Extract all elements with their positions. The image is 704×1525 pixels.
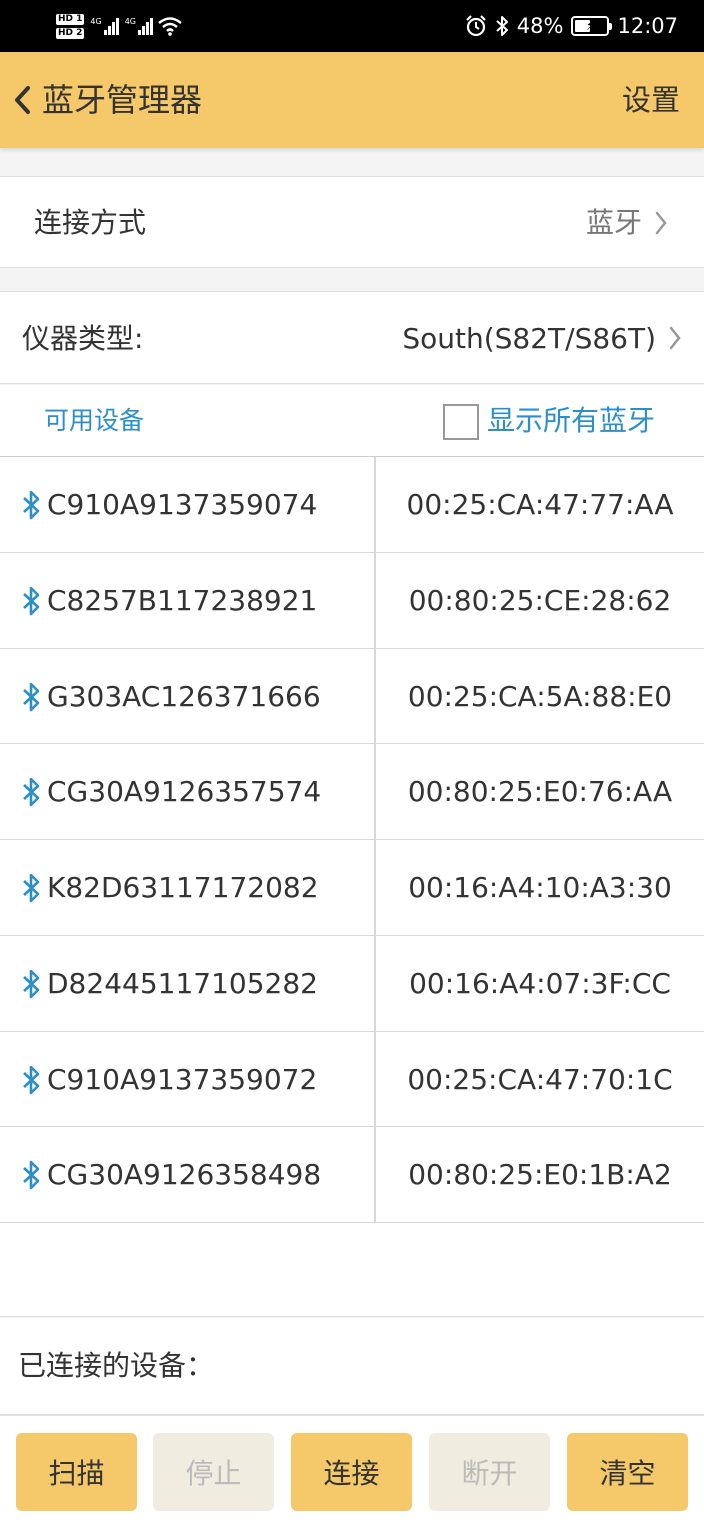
bluetooth-icon [23, 777, 40, 807]
bluetooth-icon [23, 1065, 40, 1094]
device-row[interactable]: CG30A9126357574 00:80:25:E0:76:AA [0, 744, 704, 840]
device-name: CG30A9126358498 [47, 1158, 322, 1192]
network-type-label: 4G [124, 17, 136, 26]
settings-button[interactable]: 设置 [622, 52, 680, 148]
bluetooth-icon [23, 1160, 40, 1190]
device-name: C910A9137359074 [47, 488, 318, 521]
status-bar-right: 48% ⚡ 12:07 [465, 0, 678, 52]
device-mac-address: 00:80:25:E0:76:AA [407, 775, 673, 809]
bluetooth-icon [23, 586, 40, 616]
instrument-type-label: 仪器类型: [22, 322, 144, 355]
page-title: 蓝牙管理器 [42, 81, 203, 119]
status-bar: HD 1 HD 2 4G 4G 48% ⚡ 12:07 [0, 0, 704, 52]
device-name: G303AC126371666 [47, 679, 321, 713]
alarm-icon [466, 15, 486, 37]
action-bar: 扫描 停止 连接 断开 清空 [0, 1414, 704, 1525]
list-empty-area [0, 1223, 704, 1317]
device-name: CG30A9126357574 [47, 775, 322, 809]
clock: 12:07 [617, 14, 678, 38]
instrument-type-row[interactable]: 仪器类型: South(S82T/S86T) [0, 291, 704, 384]
sim1-hd-badge: HD 1 [56, 13, 85, 25]
connection-method-value: 蓝牙 [585, 206, 642, 239]
device-row[interactable]: C910A9137359072 00:25:CA:47:70:1C [0, 1031, 704, 1128]
stop-button[interactable]: 停止 [153, 1433, 274, 1511]
connected-device-label: 已连接的设备： [18, 1349, 215, 1382]
device-mac-address: 00:80:25:E0:1B:A2 [408, 1158, 672, 1192]
device-mac-address: 00:16:A4:07:3F:CC [409, 966, 671, 1000]
clear-button[interactable]: 清空 [567, 1433, 688, 1511]
app-bar: 蓝牙管理器 设置 [0, 52, 704, 148]
chevron-right-icon [655, 211, 667, 235]
device-row[interactable]: D82445117105282 00:16:A4:07:3F:CC [0, 935, 704, 1032]
signal-icon: 4G [125, 17, 153, 35]
bluetooth-icon [23, 682, 40, 711]
device-row[interactable]: C8257B117238921 00:80:25:CE:28:62 [0, 552, 704, 649]
device-name: K82D63117172082 [47, 871, 319, 904]
available-devices-header: 可用设备 显示所有蓝牙 [0, 385, 704, 457]
device-row[interactable]: CG30A9126358498 00:80:25:E0:1B:A2 [0, 1127, 704, 1223]
connected-device-row: 已连接的设备： [0, 1318, 704, 1414]
network-type-label: 4G [90, 17, 102, 26]
status-bar-left: HD 1 HD 2 4G 4G [56, 6, 183, 46]
bluetooth-icon [23, 969, 40, 999]
bluetooth-icon [496, 16, 508, 36]
battery-icon: ⚡ [571, 16, 613, 36]
device-name: C8257B117238921 [47, 583, 318, 617]
bluetooth-icon [23, 873, 40, 903]
chevron-right-icon [669, 326, 681, 350]
device-mac-address: 00:16:A4:10:A3:30 [408, 871, 672, 904]
back-arrow-icon[interactable] [10, 82, 36, 118]
connect-button[interactable]: 连接 [291, 1433, 412, 1511]
sim-indicators: HD 1 HD 2 [56, 13, 85, 39]
available-devices-label: 可用设备 [44, 406, 145, 435]
scan-button[interactable]: 扫描 [16, 1433, 137, 1511]
show-all-bluetooth-checkbox[interactable] [443, 404, 479, 440]
device-mac-address: 00:80:25:CE:28:62 [408, 583, 672, 617]
device-mac-address: 00:25:CA:47:70:1C [407, 1062, 673, 1096]
connection-method-label: 连接方式 [34, 206, 147, 239]
device-list: C910A9137359074 00:25:CA:47:77:AA C8257B11… [0, 457, 704, 1223]
device-mac-address: 00:25:CA:5A:88:E0 [407, 679, 673, 713]
device-name: C910A9137359072 [47, 1062, 318, 1096]
device-row[interactable]: G303AC126371666 00:25:CA:5A:88:E0 [0, 648, 704, 745]
show-all-bluetooth-label[interactable]: 显示所有蓝牙 [487, 385, 655, 457]
device-row[interactable]: C910A9137359074 00:25:CA:47:77:AA [0, 457, 704, 553]
signal-icon: 4G [90, 17, 119, 35]
device-mac-address: 00:25:CA:47:77:AA [406, 488, 674, 521]
device-name: D82445117105282 [47, 966, 318, 1000]
battery-percent: 48% [516, 14, 564, 38]
charging-bolt-icon: ⚡ [585, 18, 596, 34]
disconnect-button[interactable]: 断开 [429, 1433, 550, 1511]
connection-method-row[interactable]: 连接方式 蓝牙 [0, 176, 704, 268]
bluetooth-icon [23, 490, 40, 520]
instrument-type-value: South(S82T/S86T) [402, 322, 656, 355]
sim2-hd-badge: HD 2 [56, 27, 85, 39]
device-row[interactable]: K82D63117172082 00:16:A4:10:A3:30 [0, 840, 704, 936]
wifi-icon [158, 17, 182, 36]
